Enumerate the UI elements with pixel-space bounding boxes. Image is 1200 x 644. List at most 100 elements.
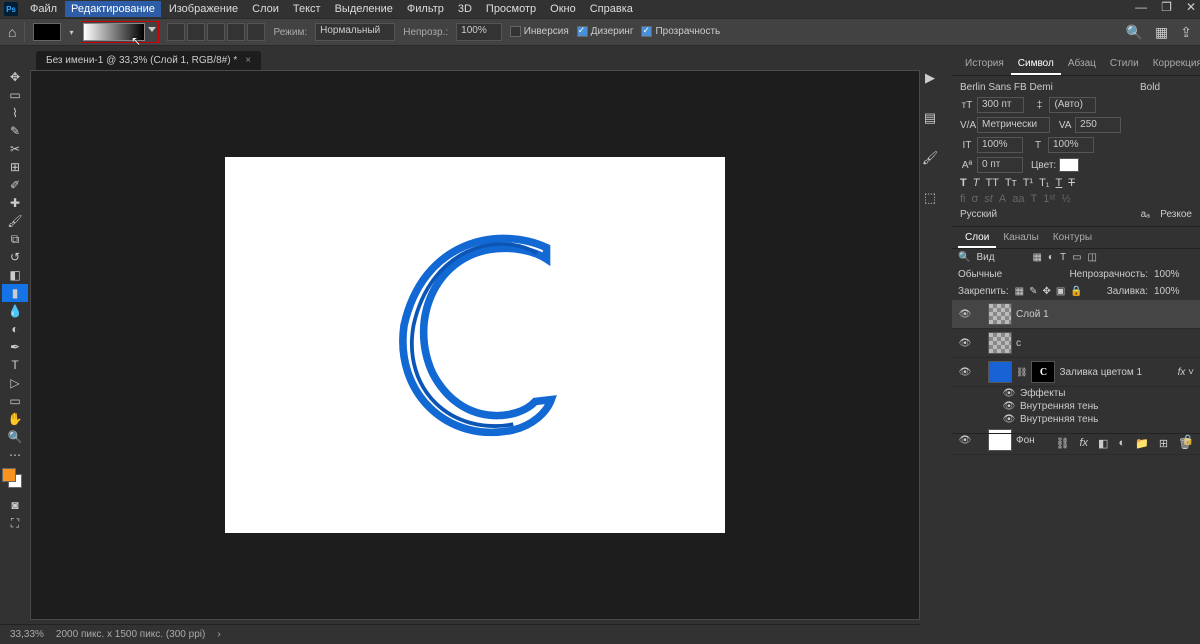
blend-mode-select[interactable]: Нормальный xyxy=(315,23,395,41)
dodge-tool[interactable]: ◐ xyxy=(2,320,28,338)
zoom-readout[interactable]: 33,33% xyxy=(10,629,44,640)
eraser-tool[interactable]: ◧ xyxy=(2,266,28,284)
eyedropper-tool[interactable]: ✐ xyxy=(2,176,28,194)
checkbox-inversion[interactable] xyxy=(510,26,521,37)
hand-tool[interactable]: ✋ xyxy=(2,410,28,428)
screen-mode-tool[interactable]: ⛶ xyxy=(2,514,28,532)
language-select[interactable]: Русский xyxy=(960,209,1130,220)
status-chevron-icon[interactable]: › xyxy=(217,629,220,640)
gradient-diamond[interactable] xyxy=(247,23,265,41)
baseline-input[interactable]: 0 пт xyxy=(977,157,1023,173)
home-icon[interactable]: ⌂ xyxy=(8,24,16,40)
filter-smart-icon[interactable]: ◫ xyxy=(1088,252,1097,263)
path-select-tool[interactable]: ▷ xyxy=(2,374,28,392)
tab-layers[interactable]: Слои xyxy=(958,229,996,248)
fx-item[interactable]: Внутренняя тень xyxy=(1020,414,1098,425)
menu-item-3d[interactable]: 3D xyxy=(452,1,478,17)
document-info[interactable]: 2000 пикс. x 1500 пикс. (300 ppi) xyxy=(56,629,205,640)
blur-tool[interactable]: 💧 xyxy=(2,302,28,320)
window-maximize-icon[interactable]: ❐ xyxy=(1161,0,1172,14)
menu-item-image[interactable]: Изображение xyxy=(163,1,244,17)
brush-tool[interactable]: 🖌 xyxy=(2,212,28,230)
menu-item-view[interactable]: Просмотр xyxy=(480,1,542,17)
lock-position-icon[interactable]: ✎ xyxy=(1029,286,1037,297)
layer-mask-thumb[interactable]: C xyxy=(1031,361,1055,383)
layer-row[interactable]: 👁 c xyxy=(952,329,1200,358)
allcaps-btn[interactable]: TT xyxy=(985,177,998,189)
healing-tool[interactable]: ✚ xyxy=(2,194,28,212)
quick-select-tool[interactable]: ✎ xyxy=(2,122,28,140)
fx-visibility-icon[interactable]: 👁 xyxy=(1002,414,1016,425)
opentype-T[interactable]: T xyxy=(1030,193,1037,205)
filter-adj-icon[interactable]: ◐ xyxy=(1048,252,1054,263)
text-color-swatch[interactable] xyxy=(1059,158,1079,172)
frame-tool[interactable]: ⊞ xyxy=(2,158,28,176)
tab-channels[interactable]: Каналы xyxy=(996,229,1046,248)
filter-type-icon[interactable]: T xyxy=(1060,252,1066,263)
window-minimize-icon[interactable]: — xyxy=(1135,0,1147,14)
edit-toolbar[interactable]: ⋯ xyxy=(2,446,28,464)
gradient-picker[interactable] xyxy=(83,23,145,41)
arrange-icon[interactable]: ▦ xyxy=(1155,24,1168,41)
link-layers-icon[interactable]: ⛓ xyxy=(1056,437,1070,452)
bold-btn[interactable]: T xyxy=(960,177,967,189)
layer-fx-icon[interactable]: fx xyxy=(1079,437,1088,452)
menu-item-help[interactable]: Справка xyxy=(584,1,639,17)
fx-badge[interactable]: fx ˅ xyxy=(1178,367,1194,378)
document-canvas[interactable] xyxy=(225,157,725,533)
subscript-btn[interactable]: T₁ xyxy=(1039,177,1049,189)
search-icon[interactable]: 🔍 xyxy=(958,252,970,263)
opentype-ad[interactable]: aa xyxy=(1012,193,1024,205)
zoom-tool[interactable]: 🔍 xyxy=(2,428,28,446)
font-family-select[interactable]: Berlin Sans FB Demi xyxy=(960,82,1132,93)
antialias-select[interactable]: Резкое xyxy=(1160,209,1192,220)
gradient-reflected[interactable] xyxy=(227,23,245,41)
layer-mask-icon[interactable]: ◧ xyxy=(1098,437,1108,452)
menu-item-filter[interactable]: Фильтр xyxy=(401,1,450,17)
share-icon[interactable]: ⇪ xyxy=(1180,24,1192,41)
visibility-icon[interactable]: 👁 xyxy=(958,338,972,349)
gradient-linear[interactable] xyxy=(167,23,185,41)
opentype-fi[interactable]: fi xyxy=(960,193,966,205)
visibility-icon[interactable]: 👁 xyxy=(958,367,972,378)
panel-icon-3[interactable]: ⬚ xyxy=(924,190,936,206)
visibility-icon[interactable]: 👁 xyxy=(958,309,972,320)
crop-tool[interactable]: ✂ xyxy=(2,140,28,158)
menu-item-select[interactable]: Выделение xyxy=(329,1,399,17)
strike-btn[interactable]: T xyxy=(1068,177,1075,189)
tab-paths[interactable]: Контуры xyxy=(1046,229,1099,248)
tab-adjustments[interactable]: Коррекция xyxy=(1146,54,1200,75)
lasso-tool[interactable]: ⌇ xyxy=(2,104,28,122)
tab-styles[interactable]: Стили xyxy=(1103,54,1146,75)
layer-row[interactable]: 👁 Слой 1 xyxy=(952,300,1200,329)
opentype-A[interactable]: A xyxy=(999,193,1006,205)
layer-name[interactable]: Заливка цветом 1 xyxy=(1059,367,1142,378)
group-icon[interactable]: 📁 xyxy=(1135,437,1149,452)
quick-mask-tool[interactable]: ◙ xyxy=(2,496,28,514)
layer-blend-select[interactable]: Обычные xyxy=(958,269,1063,280)
layer-thumb[interactable] xyxy=(988,303,1012,325)
gradient-radial[interactable] xyxy=(187,23,205,41)
move-tool[interactable]: ✥ xyxy=(2,68,28,86)
filter-shape-icon[interactable]: ▭ xyxy=(1072,252,1081,263)
fx-item[interactable]: Внутренняя тень xyxy=(1020,401,1098,412)
shape-tool[interactable]: ▭ xyxy=(2,392,28,410)
type-tool[interactable]: T xyxy=(2,356,28,374)
new-layer-icon[interactable]: ⊞ xyxy=(1159,437,1168,452)
layer-name[interactable]: c xyxy=(1016,338,1021,349)
foreground-swatch[interactable] xyxy=(33,23,61,41)
tab-character[interactable]: Символ xyxy=(1011,54,1061,75)
canvas-area[interactable] xyxy=(30,70,920,620)
italic-btn[interactable]: T xyxy=(973,177,980,189)
layer-row[interactable]: 👁 ⛓ C Заливка цветом 1 fx ˅ xyxy=(952,358,1200,387)
tab-history[interactable]: История xyxy=(958,54,1011,75)
panel-icon-1[interactable]: ▤ xyxy=(924,110,936,126)
history-brush-tool[interactable]: ↺ xyxy=(2,248,28,266)
hscale-input[interactable]: 100% xyxy=(1048,137,1094,153)
menu-item-text[interactable]: Текст xyxy=(287,1,327,17)
opentype-st[interactable]: st xyxy=(984,193,993,205)
underline-btn[interactable]: T xyxy=(1056,177,1063,189)
tab-paragraph[interactable]: Абзац xyxy=(1061,54,1103,75)
search-icon[interactable]: 🔍 xyxy=(1126,24,1143,41)
smallcaps-btn[interactable]: Tᴛ xyxy=(1005,177,1017,189)
